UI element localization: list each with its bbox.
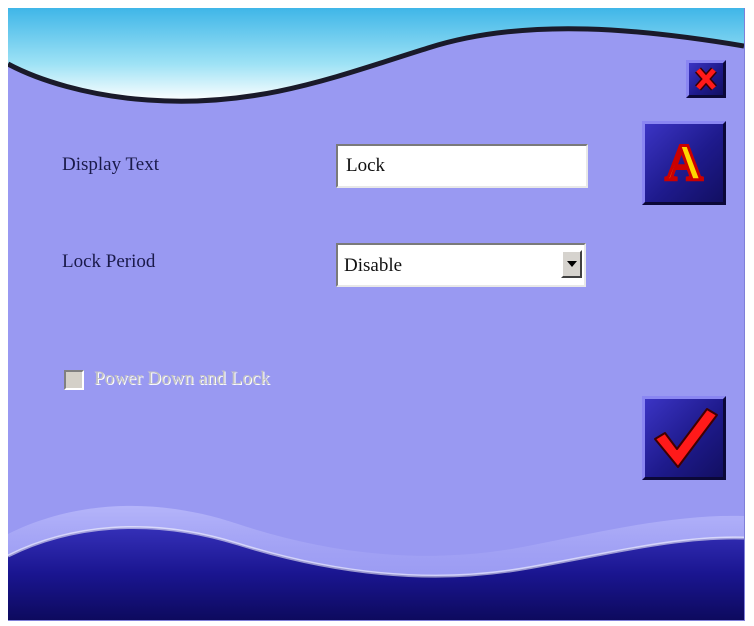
lock-settings-dialog: Display Text Lock Period Disable Power D… [8, 8, 745, 621]
font-a-icon: A [664, 134, 705, 194]
lock-period-selected-value: Disable [344, 255, 403, 276]
power-down-checkbox[interactable] [64, 370, 84, 390]
display-text-input[interactable] [336, 144, 588, 188]
close-button[interactable] [686, 60, 726, 98]
checkmark-icon [654, 408, 718, 468]
close-x-icon [695, 67, 717, 91]
chevron-down-icon [567, 261, 577, 267]
dropdown-arrow-button[interactable] [561, 250, 582, 278]
power-down-label: Power Down and Lock [94, 368, 270, 389]
display-text-label: Display Text [62, 154, 160, 175]
lock-period-dropdown[interactable]: Disable [336, 243, 586, 287]
font-letter: A [665, 135, 703, 192]
background-waves [8, 8, 744, 620]
confirm-button[interactable] [642, 396, 726, 480]
font-button[interactable]: A [642, 121, 726, 205]
lock-period-label: Lock Period [62, 251, 156, 272]
